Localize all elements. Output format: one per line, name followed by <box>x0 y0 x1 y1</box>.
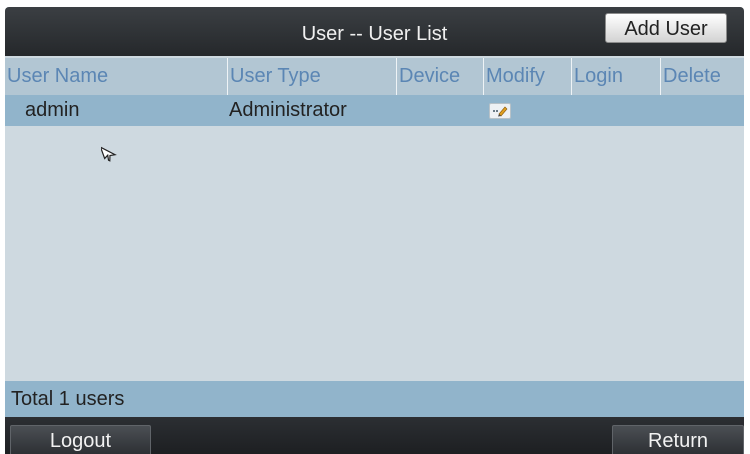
logout-button[interactable]: Logout <box>10 425 151 454</box>
cell-user-type: Administrator <box>229 99 347 121</box>
user-list-window: User -- User List Add User User Name Use… <box>5 7 744 454</box>
status-footer: Total 1 users <box>5 381 744 417</box>
cell-user-name: admin <box>25 99 80 121</box>
column-header-delete[interactable]: Delete <box>660 58 744 95</box>
return-button[interactable]: Return <box>612 425 744 454</box>
column-header-modify[interactable]: Modify <box>483 58 571 95</box>
column-header-user-name[interactable]: User Name <box>5 58 227 95</box>
bottom-bar: Logout Return <box>5 417 744 454</box>
column-header-user-type[interactable]: User Type <box>227 58 396 95</box>
table-row[interactable]: admin Administrator <box>5 95 744 126</box>
mouse-pointer-icon <box>99 143 117 168</box>
column-header-login[interactable]: Login <box>571 58 660 95</box>
add-user-button[interactable]: Add User <box>605 13 727 43</box>
table-header: User Name User Type Device Modify Login … <box>5 58 744 95</box>
column-header-device[interactable]: Device <box>396 58 483 95</box>
total-users-text: Total 1 users <box>11 388 125 410</box>
edit-icon[interactable] <box>489 103 511 119</box>
title-bar: User -- User List Add User <box>5 7 744 56</box>
